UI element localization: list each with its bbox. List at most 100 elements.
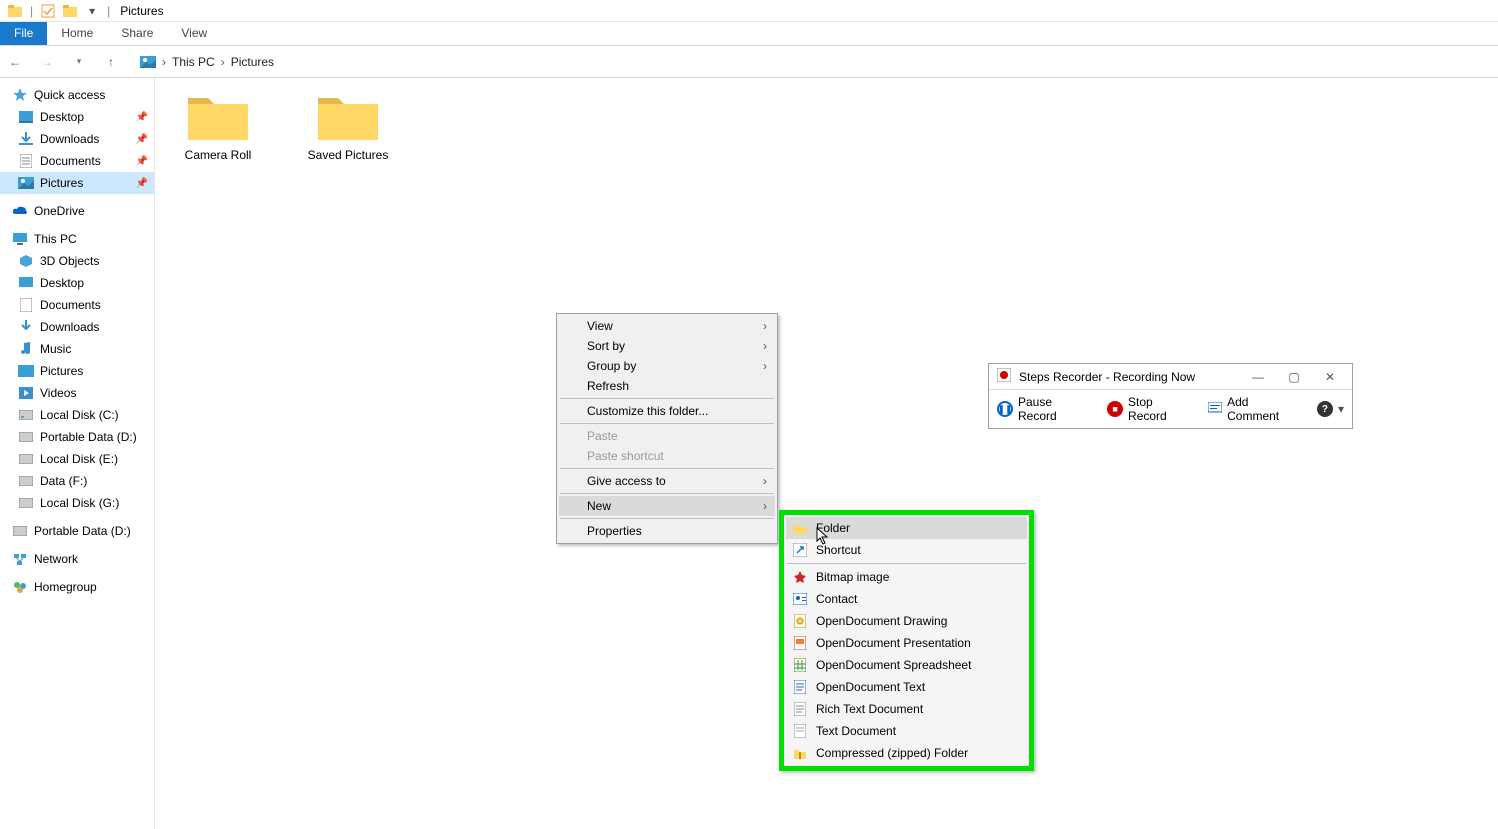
submenu-folder[interactable]: Folder xyxy=(786,517,1027,539)
sidebar-item-music[interactable]: Music xyxy=(0,338,154,360)
help-icon: ? xyxy=(1317,401,1333,417)
folder-camera-roll[interactable]: Camera Roll xyxy=(173,90,263,162)
ctx-sort-by[interactable]: Sort by› xyxy=(559,336,775,356)
submenu-zip[interactable]: Compressed (zipped) Folder xyxy=(786,742,1027,764)
sidebar-label: Network xyxy=(34,552,78,566)
sidebar-item-videos[interactable]: Videos xyxy=(0,382,154,404)
pin-icon: 📌 xyxy=(136,156,148,167)
sidebar-label: Data (F:) xyxy=(40,474,87,488)
sidebar-portable[interactable]: Portable Data (D:) xyxy=(0,520,154,542)
recorder-titlebar[interactable]: Steps Recorder - Recording Now — ▢ ✕ xyxy=(989,364,1352,390)
submenu-od-text[interactable]: OpenDocument Text xyxy=(786,676,1027,698)
breadcrumb-root[interactable]: This PC xyxy=(172,55,215,69)
sidebar-homegroup[interactable]: Homegroup xyxy=(0,576,154,598)
cube-icon xyxy=(18,253,34,269)
breadcrumb[interactable]: › This PC › Pictures xyxy=(134,51,280,73)
sidebar-label: This PC xyxy=(34,232,77,246)
chevron-right-icon: › xyxy=(763,319,767,333)
tab-share[interactable]: Share xyxy=(107,22,167,45)
tab-file[interactable]: File xyxy=(0,22,47,45)
sidebar-item-downloads2[interactable]: Downloads xyxy=(0,316,154,338)
close-button[interactable]: ✕ xyxy=(1316,370,1344,384)
submenu-rtf[interactable]: Rich Text Document xyxy=(786,698,1027,720)
new-submenu: Folder Shortcut Bitmap image Contact Ope… xyxy=(779,510,1034,771)
pause-record-button[interactable]: ❚❚ Pause Record xyxy=(997,395,1093,423)
sidebar-item-downloads[interactable]: Downloads 📌 xyxy=(0,128,154,150)
submenu-od-spreadsheet[interactable]: OpenDocument Spreadsheet xyxy=(786,654,1027,676)
tab-home[interactable]: Home xyxy=(47,22,107,45)
sidebar-item-disk-e[interactable]: Local Disk (E:) xyxy=(0,448,154,470)
sidebar-label: Downloads xyxy=(40,132,99,146)
download-icon xyxy=(18,319,34,335)
ctx-view[interactable]: View› xyxy=(559,316,775,336)
sidebar: Quick access Desktop 📌 Downloads 📌 Docum… xyxy=(0,78,155,829)
folder-saved-pictures[interactable]: Saved Pictures xyxy=(303,90,393,162)
sidebar-item-disk-g[interactable]: Local Disk (G:) xyxy=(0,492,154,514)
sidebar-label: Pictures xyxy=(40,176,83,190)
sidebar-item-disk-c[interactable]: Local Disk (C:) xyxy=(0,404,154,426)
ctx-customize[interactable]: Customize this folder... xyxy=(559,401,775,421)
nav-bar: ← → ▾ ↑ › This PC › Pictures xyxy=(0,46,1498,78)
submenu-od-presentation[interactable]: OpenDocument Presentation xyxy=(786,632,1027,654)
sidebar-item-disk-d[interactable]: Portable Data (D:) xyxy=(0,426,154,448)
folder-icon xyxy=(186,90,250,142)
download-icon xyxy=(18,131,34,147)
pc-icon xyxy=(12,231,28,247)
submenu-bitmap[interactable]: Bitmap image xyxy=(786,566,1027,588)
divider: | xyxy=(107,4,110,18)
sidebar-item-pictures[interactable]: Pictures 📌 xyxy=(0,172,154,194)
pictures-icon xyxy=(18,363,34,379)
submenu-od-drawing[interactable]: OpenDocument Drawing xyxy=(786,610,1027,632)
ctx-paste-shortcut: Paste shortcut xyxy=(559,446,775,466)
separator xyxy=(787,563,1026,564)
breadcrumb-current[interactable]: Pictures xyxy=(231,55,274,69)
sidebar-label: Local Disk (E:) xyxy=(40,452,118,466)
sidebar-item-documents[interactable]: Documents 📌 xyxy=(0,150,154,172)
window-title: Pictures xyxy=(120,4,163,18)
sidebar-item-desktop[interactable]: Desktop 📌 xyxy=(0,106,154,128)
tab-view[interactable]: View xyxy=(167,22,221,45)
sidebar-onedrive[interactable]: OneDrive xyxy=(0,200,154,222)
sidebar-quick-access[interactable]: Quick access xyxy=(0,84,154,106)
recent-dropdown[interactable]: ▾ xyxy=(70,53,88,71)
ctx-properties[interactable]: Properties xyxy=(559,521,775,541)
chevron-right-icon: › xyxy=(763,499,767,513)
submenu-txt[interactable]: Text Document xyxy=(786,720,1027,742)
recorder-title-text: Steps Recorder - Recording Now xyxy=(1019,370,1195,384)
pictures-icon xyxy=(18,175,34,191)
separator xyxy=(560,493,774,494)
up-button[interactable]: ↑ xyxy=(102,53,120,71)
sidebar-item-disk-f[interactable]: Data (F:) xyxy=(0,470,154,492)
add-comment-button[interactable]: Add Comment xyxy=(1208,395,1303,423)
desktop-icon xyxy=(18,275,34,291)
submenu-contact[interactable]: Contact xyxy=(786,588,1027,610)
qat-dropdown-icon[interactable]: ▾ xyxy=(84,3,100,19)
chevron-icon[interactable]: › xyxy=(162,55,166,69)
help-button[interactable]: ? ▾ xyxy=(1317,401,1344,417)
sidebar-item-3dobjects[interactable]: 3D Objects xyxy=(0,250,154,272)
ctx-group-by[interactable]: Group by› xyxy=(559,356,775,376)
document-icon xyxy=(18,153,34,169)
ctx-give-access[interactable]: Give access to› xyxy=(559,471,775,491)
sidebar-label: Documents xyxy=(40,298,101,312)
sidebar-network[interactable]: Network xyxy=(0,548,154,570)
submenu-shortcut[interactable]: Shortcut xyxy=(786,539,1027,561)
sidebar-item-desktop2[interactable]: Desktop xyxy=(0,272,154,294)
chevron-icon[interactable]: › xyxy=(221,55,225,69)
sidebar-thispc[interactable]: This PC xyxy=(0,228,154,250)
chevron-right-icon: › xyxy=(763,474,767,488)
presentation-icon xyxy=(792,635,808,651)
sidebar-label: Desktop xyxy=(40,110,84,124)
chevron-down-icon: ▾ xyxy=(1338,402,1344,416)
ctx-refresh[interactable]: Refresh xyxy=(559,376,775,396)
sidebar-item-documents2[interactable]: Documents xyxy=(0,294,154,316)
sidebar-item-pictures2[interactable]: Pictures xyxy=(0,360,154,382)
forward-button[interactable]: → xyxy=(38,53,56,71)
maximize-button[interactable]: ▢ xyxy=(1280,370,1308,384)
checkbox-icon[interactable] xyxy=(40,3,56,19)
ctx-new[interactable]: New› xyxy=(559,496,775,516)
back-button[interactable]: ← xyxy=(6,53,24,71)
stop-record-button[interactable]: ■ Stop Record xyxy=(1107,395,1194,423)
minimize-button[interactable]: — xyxy=(1244,370,1272,384)
music-icon xyxy=(18,341,34,357)
